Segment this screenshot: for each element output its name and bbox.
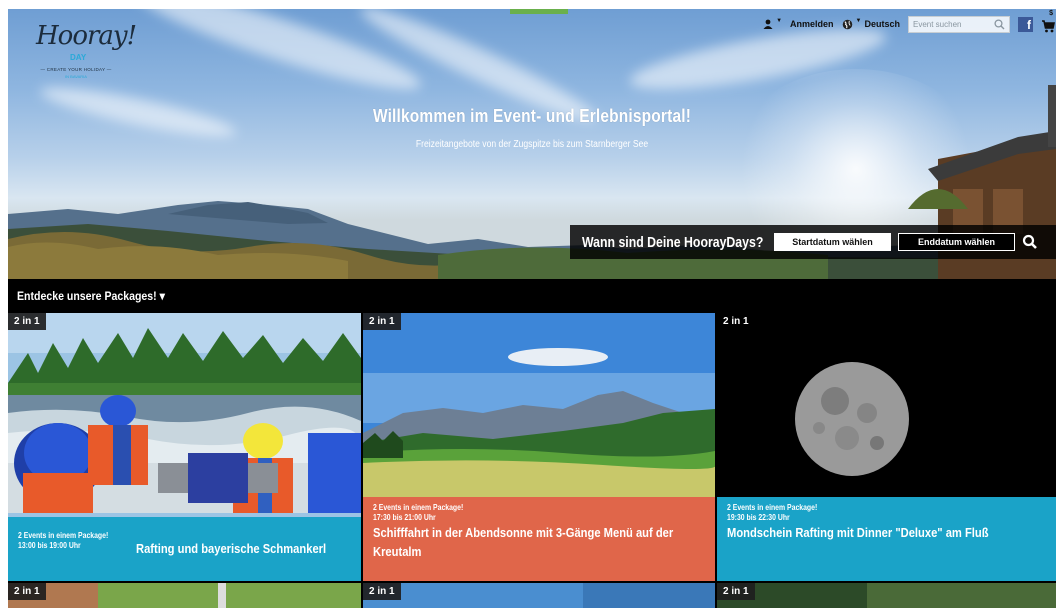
cart-count: $ [1049,10,1053,17]
user-icon [763,19,773,29]
package-tile[interactable]: 2 in 1 [8,583,361,608]
chevron-down-icon: ▼ [776,18,783,24]
package-info: 2 Events in einem Package! [373,503,464,512]
package-tile[interactable]: 2 in 1 [363,583,715,608]
section-title: Entdecke unsere Packages! ▾ [17,289,165,303]
hero-title: Willkommen im Event- und Erlebnisportal! [372,106,692,126]
package-image [8,583,361,608]
cart-button[interactable]: $ [1041,10,1055,34]
package-image [717,583,1056,608]
top-accent-bar [510,9,568,14]
page: Hooray! DAY — CREATE YOUR HOLIDAY — IN B… [8,9,1056,608]
logo-script: Hooray! [36,21,137,51]
end-date-button[interactable]: Enddatum wählen [898,233,1015,251]
package-badge: 2 in 1 [363,583,401,600]
globe-icon [842,19,852,29]
package-time: 17:30 bis 21:00 Uhr [373,513,436,522]
side-feedback-tab[interactable] [1048,85,1056,147]
cart-icon [1042,20,1055,33]
hero-subtitle: Freizeitangebote von der Zugspitze bis z… [415,139,649,150]
date-picker-bar: Wann sind Deine HoorayDays? Startdatum w… [570,225,1056,259]
packages-section-header[interactable]: Entdecke unsere Packages! ▾ [8,279,1056,313]
package-badge: 2 in 1 [8,313,46,330]
event-search-input[interactable] [913,19,993,29]
package-image [363,583,715,608]
package-badge: 2 in 1 [363,313,401,330]
logo-region: IN BAVARIA [65,74,87,79]
account-menu[interactable]: ▼ [763,18,783,29]
search-icon[interactable] [1022,234,1038,250]
login-link[interactable]: Anmelden [790,19,834,29]
package-caption: 2 Events in einem Package! 13:00 bis 19:… [8,517,361,581]
start-date-button[interactable]: Startdatum wählen [774,233,891,251]
package-badge: 2 in 1 [717,583,755,600]
chevron-down-icon: ▼ [855,18,862,24]
package-tile-schifffahrt[interactable]: 2 in 1 2 Events in einem Package! 17:30 … [363,313,715,581]
language-label: Deutsch [864,19,900,29]
package-caption: 2 Events in einem Package! 17:30 bis 21:… [363,497,715,581]
search-icon[interactable] [994,18,1005,30]
logo-tagline: — CREATE YOUR HOLIDAY — [40,67,112,72]
package-title: Rafting und bayerische Schmankerl [136,541,327,556]
package-badge: 2 in 1 [8,583,46,600]
logo-day: DAY [70,53,87,62]
package-tile-mondschein[interactable]: 2 in 1 2 Events in einem Package! 19:30 … [717,313,1056,581]
package-title: Mondschein Rafting mit Dinner "Deluxe" a… [727,525,989,540]
event-search [908,15,1010,33]
top-bar: ▼ Anmelden ▼ Deutsch f [763,10,1056,35]
language-selector[interactable]: ▼ Deutsch [842,18,900,30]
package-time: 19:30 bis 22:30 Uhr [727,513,790,522]
package-caption: 2 Events in einem Package! 19:30 bis 22:… [717,497,1056,581]
package-tile[interactable]: 2 in 1 [717,583,1056,608]
hero-banner: Hooray! DAY — CREATE YOUR HOLIDAY — IN B… [8,9,1056,279]
package-tile-rafting[interactable]: 2 in 1 2 Events in einem Package! 13:00 … [8,313,361,581]
package-badge: 2 in 1 [723,316,749,327]
logo[interactable]: Hooray! DAY — CREATE YOUR HOLIDAY — IN B… [30,19,137,91]
date-question: Wann sind Deine HoorayDays? [582,233,764,251]
package-info: 2 Events in einem Package! [727,503,818,512]
facebook-icon[interactable]: f [1018,16,1033,32]
package-title: Schifffahrt in der Abendsonne mit 3-Gäng… [373,525,674,559]
